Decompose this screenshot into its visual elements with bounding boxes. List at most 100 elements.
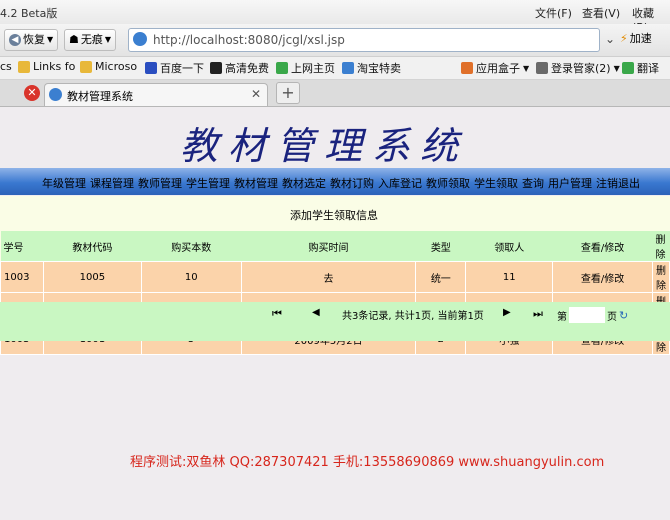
incognito-icon: ☗: [69, 33, 79, 46]
bookmark-label: 百度一下: [160, 62, 204, 75]
bookmark-label: 应用盒子: [476, 62, 520, 75]
bookmark-label: Microso: [95, 60, 138, 73]
menu-items: 年级管理 课程管理 教师管理 学生管理 教材管理 教材选定 教材订购 入库登记 教师领取 学生领取…: [42, 175, 640, 191]
home-site-icon: [276, 62, 288, 74]
prev-page-icon[interactable]: ◀: [312, 307, 320, 318]
table-cell: 11: [465, 261, 554, 293]
close-icon[interactable]: ✕: [24, 85, 40, 101]
menu-item-3[interactable]: 学生管理: [186, 175, 230, 191]
table-cell: 去: [240, 261, 417, 293]
bookmark-links[interactable]: Links fo: [18, 60, 75, 73]
pagination-bar: ⏮ ◀ 共3条记录, 共计1页, 当前第1页 ▶ ⏭ 第 页 ↻: [0, 302, 670, 341]
menu-item-8[interactable]: 教师领取: [426, 175, 470, 191]
restore-label: 恢复: [23, 33, 45, 46]
window-titlebar: 4.2 Beta版 文件(F) 查看(V) 收藏(B): [0, 0, 670, 34]
menu-item-4[interactable]: 教材管理: [234, 175, 278, 191]
page-icon: [342, 62, 354, 74]
bookmark-baidu[interactable]: 百度一下: [145, 60, 204, 76]
bookmark-hd[interactable]: 高清免费: [210, 60, 269, 76]
menu-item-12[interactable]: 注销退出: [596, 175, 640, 191]
bookmark-label: Links fo: [33, 60, 76, 73]
window-title: 4.2 Beta版: [0, 7, 58, 20]
table-cell: 1005: [42, 261, 142, 293]
translate-button[interactable]: 翻译: [622, 60, 659, 76]
column-header: 类型: [415, 231, 466, 262]
chevron-down-icon: ▼: [47, 35, 54, 44]
chevron-down-icon: ▼: [104, 35, 112, 44]
delete-link[interactable]: 删除: [651, 261, 670, 293]
key-icon: [536, 62, 548, 74]
page-prefix: 第: [557, 311, 567, 323]
accelerate-label: 加速: [629, 32, 652, 45]
footer-credits: 程序测试:双鱼林 QQ:287307421 手机:13558690869 www…: [130, 455, 605, 470]
tab-current[interactable]: 教材管理系统 ✕: [44, 83, 268, 106]
first-page-icon[interactable]: ⏮: [272, 307, 282, 321]
apps-grid-icon: [461, 62, 473, 74]
app-title: 教材管理系统: [180, 124, 469, 168]
tab-bar: ✕ 教材管理系统 ✕ +: [0, 80, 670, 107]
bookmark-label: 淘宝特卖: [357, 62, 401, 75]
lightning-icon: ⚡: [620, 32, 628, 45]
menu-item-9[interactable]: 学生领取: [474, 175, 518, 191]
menu-item-11[interactable]: 用户管理: [548, 175, 592, 191]
menu-item-0[interactable]: 年级管理: [42, 175, 86, 191]
column-header: 购买时间: [241, 231, 416, 262]
tab-title: 教材管理系统: [67, 90, 133, 103]
menu-item-2[interactable]: 教师管理: [138, 175, 182, 191]
go-icon[interactable]: ↻: [619, 309, 628, 322]
m-logo-icon: [210, 62, 222, 74]
login-manager-button[interactable]: 登录管家(2) ▼: [536, 60, 620, 76]
table-row: 1003 1005 10 去统一 11 查看/修改 删除: [0, 261, 670, 293]
menu-item-1[interactable]: 课程管理: [90, 175, 134, 191]
menu-item-5[interactable]: 教材选定: [282, 175, 326, 191]
address-bar[interactable]: http://localhost:8080/jcgl/xsl.jsp: [128, 28, 600, 52]
column-header: 查看/修改: [552, 231, 653, 262]
column-header: 教材代码: [43, 231, 142, 262]
menu-view[interactable]: 查看(V): [582, 5, 620, 21]
column-header: 领取人: [465, 231, 553, 262]
chevron-down-icon: ▼: [523, 63, 530, 73]
page-globe-icon: [133, 32, 147, 46]
table-cell: 统一: [415, 261, 467, 293]
dropdown-icon[interactable]: ⌄: [605, 32, 615, 46]
new-tab-button[interactable]: +: [276, 82, 300, 104]
chevron-down-icon: ▼: [613, 63, 620, 73]
baidu-paw-icon: [145, 62, 157, 74]
bookmark-label: 翻译: [637, 62, 659, 75]
table-header-row: 学号 教材代码 购买本数 购买时间 类型 领取人 查看/修改 删除: [0, 231, 670, 262]
menu-item-10[interactable]: 查询: [522, 175, 544, 191]
folder-icon: [80, 60, 92, 73]
bookmark-prefix: cs: [0, 60, 12, 73]
main-menu: 年级管理 课程管理 教师管理 学生管理 教材管理 教材选定 教材订购 入库登记 教师领取 学生领取…: [0, 168, 670, 195]
back-arrow-icon: ◀: [9, 34, 21, 46]
accelerate-button[interactable]: ⚡ 加速: [616, 29, 656, 49]
bookmark-microsoft[interactable]: Microso: [80, 60, 137, 73]
menu-file[interactable]: 文件(F): [535, 5, 572, 21]
tab-close-icon[interactable]: ✕: [251, 87, 261, 101]
bookmark-home[interactable]: 上网主页: [276, 60, 335, 76]
bookmark-taobao[interactable]: 淘宝特卖: [342, 60, 401, 76]
translate-icon: [622, 62, 634, 74]
last-page-icon[interactable]: ⏭: [533, 307, 543, 321]
page-suffix: 页: [607, 311, 617, 323]
restore-button[interactable]: ◀ 恢复 ▼: [4, 29, 59, 51]
incognito-button[interactable]: ☗ 无痕 ▼: [64, 29, 117, 51]
bookmark-label: 登录管家(2): [551, 62, 611, 75]
bookmarks-bar: cs Links fo Microso 百度一下 高清免费 上网主页 淘宝特卖 …: [0, 57, 670, 80]
table-cell: 10: [140, 261, 242, 293]
app-box-button[interactable]: 应用盒子 ▼: [461, 60, 529, 76]
page-number-input[interactable]: [569, 307, 605, 323]
table-cell: 1003: [0, 261, 44, 293]
view-edit-link[interactable]: 查看/修改: [552, 261, 653, 293]
navigation-toolbar: ◀ 恢复 ▼ ☗ 无痕 ▼ http://localhost:8080/jcgl…: [0, 24, 670, 57]
next-page-icon[interactable]: ▶: [503, 307, 511, 318]
menu-item-6[interactable]: 教材订购: [330, 175, 374, 191]
bookmark-label: 上网主页: [291, 62, 335, 75]
bookmark-label: 高清免费: [225, 62, 269, 75]
menu-item-7[interactable]: 入库登记: [378, 175, 422, 191]
column-header: 删除: [652, 231, 670, 262]
folder-icon: [18, 60, 30, 73]
column-header: 学号: [0, 231, 44, 262]
column-header: 购买本数: [141, 231, 242, 262]
form-title: 添加学生领取信息: [290, 209, 378, 222]
